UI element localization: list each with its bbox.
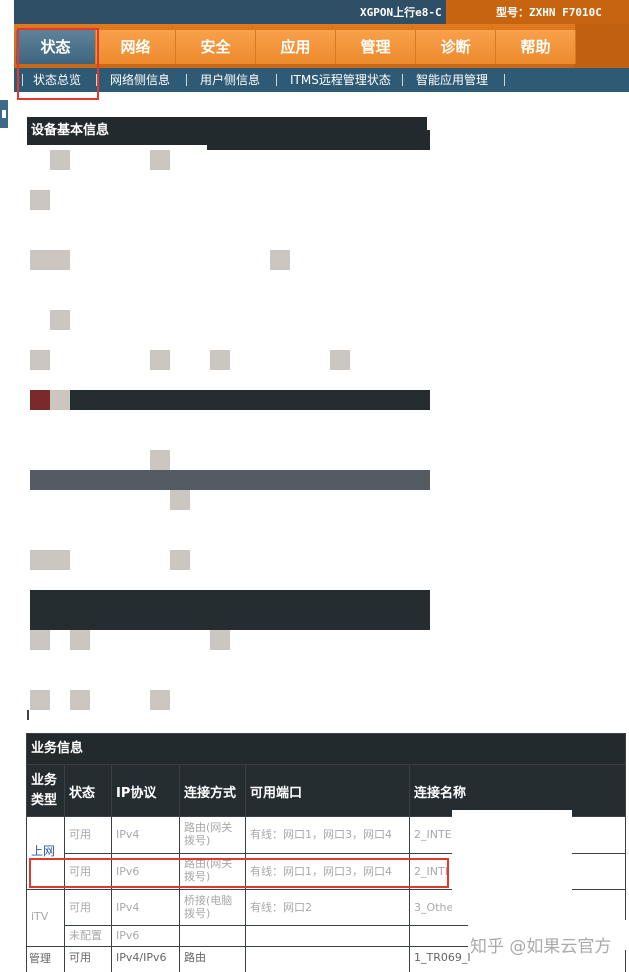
table-cell-ip: IPv6 <box>112 926 179 946</box>
table-cell-status: 可用 <box>65 947 111 972</box>
redacted-block <box>150 150 170 170</box>
sub-nav-separator <box>504 74 505 86</box>
redacted-bar <box>30 590 430 630</box>
redacted-block <box>30 630 50 650</box>
table-cell-mode: 路由(网关 拨号) <box>180 817 245 853</box>
redacted-block <box>50 390 70 410</box>
redacted-bar <box>30 470 430 490</box>
table-cell-mode: 桥接(电脑 拨号) <box>180 890 245 925</box>
sub-nav-separator <box>186 74 187 86</box>
table-cell-ports <box>246 947 409 972</box>
redacted-block <box>170 490 190 510</box>
subnav-item-user-side[interactable]: 用户侧信息 <box>200 73 260 87</box>
panel-corner-mark <box>27 710 29 720</box>
col-header-type: 业务 类型 <box>27 765 64 816</box>
table-cell-type: iTV <box>27 890 64 946</box>
router-admin-page: XGPON上行e8-C 型号：ZXHN F7010C 状态 网络 安全 应用 管… <box>0 0 629 972</box>
subnav-item-smart-app[interactable]: 智能应用管理 <box>416 73 488 87</box>
col-header-name: 连接名称 <box>410 765 625 816</box>
tab-diagnostics[interactable]: 诊断 <box>416 30 496 64</box>
redacted-block <box>30 190 50 210</box>
tab-security[interactable]: 安全 <box>176 30 256 64</box>
subnav-item-itms[interactable]: ITMS远程管理状态 <box>290 73 391 87</box>
redacted-block <box>210 350 230 370</box>
tab-network[interactable]: 网络 <box>96 30 176 64</box>
redacted-block <box>30 690 50 710</box>
redacted-block <box>170 550 190 570</box>
redacted-block <box>70 690 90 710</box>
table-cell-ports: 有线：网口2 <box>246 890 409 925</box>
redacted-block <box>150 450 170 470</box>
col-header-mode: 连接方式 <box>180 765 245 816</box>
table-cell-type: 管理 <box>27 947 64 972</box>
sub-nav-separator <box>276 74 277 86</box>
table-cell-ip: IPv4/IPv6 <box>112 947 179 972</box>
redaction-overlay <box>452 810 572 920</box>
redacted-block <box>70 630 90 650</box>
table-cell-status: 未配置 <box>65 926 111 946</box>
col-header-status: 状态 <box>65 765 111 816</box>
table-cell-mode: 路由 <box>180 947 245 972</box>
redacted-block <box>30 550 70 570</box>
highlight-status-tab <box>17 28 99 100</box>
tab-management[interactable]: 管理 <box>336 30 416 64</box>
table-cell-ip: IPv4 <box>112 817 179 853</box>
device-panel-title: 设备基本信息 <box>27 117 427 145</box>
model-name: 型号：ZXHN F7010C <box>496 6 602 19</box>
sub-nav-separator <box>402 74 403 86</box>
main-nav-cap <box>575 24 629 68</box>
redacted-block <box>270 250 290 270</box>
collapse-sidebar-handle[interactable] <box>0 100 8 128</box>
watermark: 知乎 @如果云官方 <box>470 937 612 957</box>
table-cell-ports: 有线：网口1，网口3，网口4 <box>246 817 409 853</box>
redacted-block <box>30 250 70 270</box>
redacted-bar <box>70 390 430 410</box>
highlight-ipv6-row <box>29 858 449 888</box>
redacted-block <box>30 350 50 370</box>
service-panel-title: 业务信息 <box>27 734 625 764</box>
tab-help[interactable]: 帮助 <box>496 30 576 64</box>
table-cell-mode <box>180 926 245 946</box>
table-cell-ip: IPv4 <box>112 890 179 925</box>
table-cell-status: 可用 <box>65 890 111 925</box>
table-cell-status: 可用 <box>65 817 111 853</box>
table-cell-ports <box>246 926 409 946</box>
redacted-block <box>150 350 170 370</box>
redacted-block <box>330 350 350 370</box>
subnav-item-network-side[interactable]: 网络侧信息 <box>110 73 170 87</box>
redacted-block <box>50 310 70 330</box>
col-header-ports: 可用端口 <box>246 765 409 816</box>
product-name: XGPON上行e8-C <box>360 6 442 19</box>
redacted-block <box>150 690 170 710</box>
redacted-block <box>210 630 230 650</box>
redacted-block-red <box>30 390 50 410</box>
col-header-ip: IP协议 <box>112 765 179 816</box>
redacted-block <box>50 150 70 170</box>
tab-application[interactable]: 应用 <box>256 30 336 64</box>
